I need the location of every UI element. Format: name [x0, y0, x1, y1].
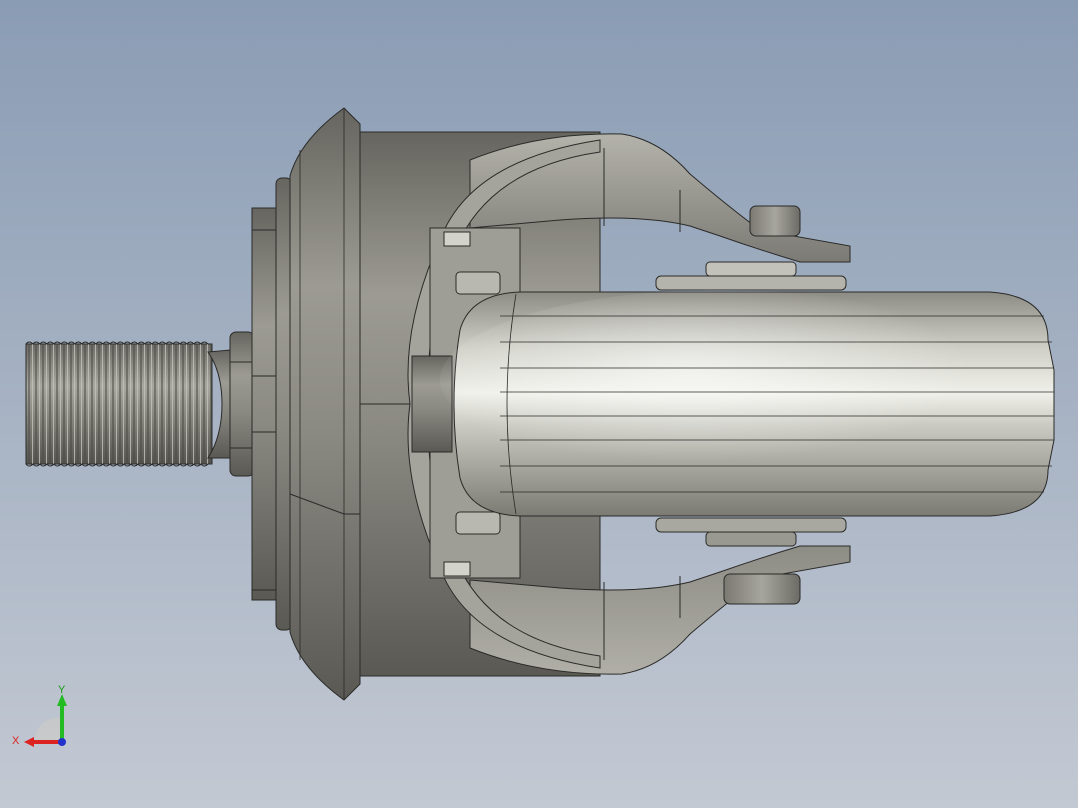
threaded-stem	[25, 341, 231, 467]
conical-cover	[289, 107, 361, 701]
axis-triad: X Y	[12, 684, 67, 747]
x-axis-label: X	[12, 735, 20, 747]
caster-wheel-model[interactable]	[0, 0, 1078, 808]
wheel-tire	[440, 290, 1055, 517]
mounting-plate	[251, 177, 293, 631]
x-axis-head-icon	[24, 737, 34, 747]
hex-collar	[229, 331, 255, 477]
y-axis-label: Y	[58, 684, 66, 696]
cad-viewport[interactable]: X Y	[0, 0, 1078, 808]
triad-base-icon	[34, 718, 62, 742]
z-axis-dot-icon	[58, 738, 66, 746]
